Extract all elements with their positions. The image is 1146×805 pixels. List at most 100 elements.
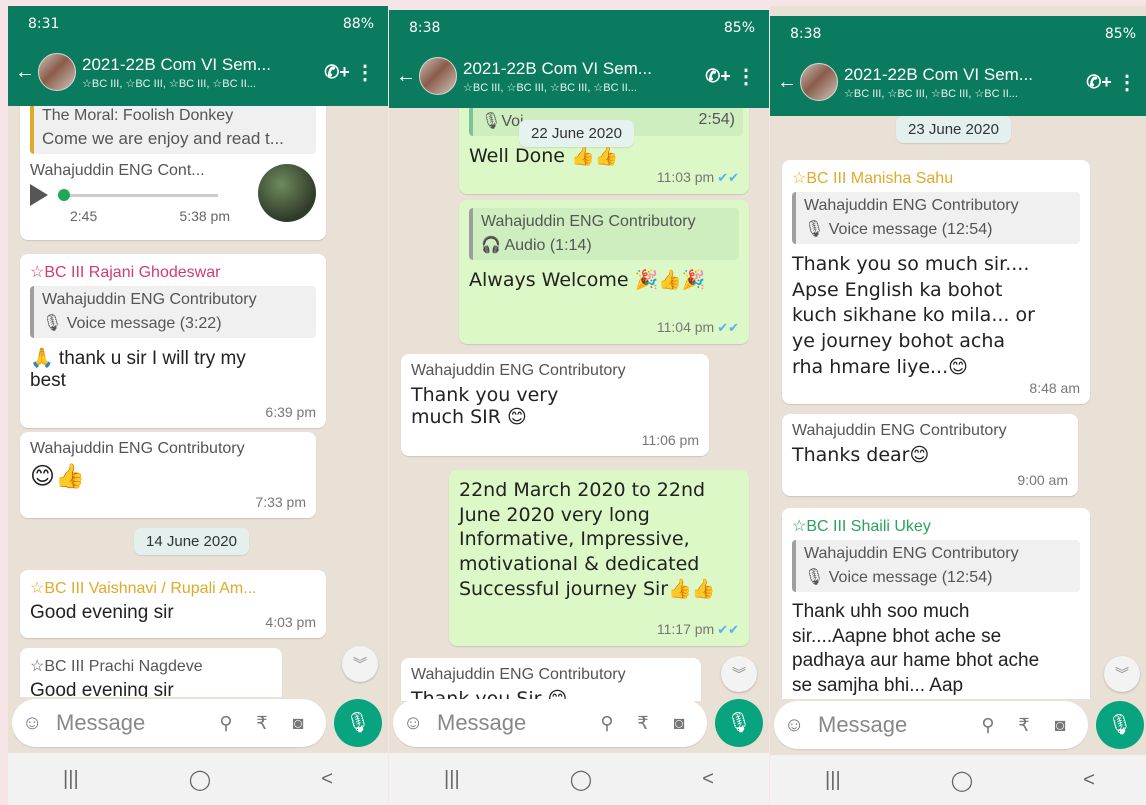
status-time: 8:38 xyxy=(409,20,441,36)
more-vert-icon[interactable]: ⋮ xyxy=(1114,70,1140,95)
arrow-left-icon[interactable]: ← xyxy=(14,61,36,84)
message-input[interactable]: ☺ Message ⚲ ₹ ◙ xyxy=(393,699,707,747)
system-navbar: ||| ◯ < xyxy=(770,755,1146,805)
back-nav-icon[interactable]: < xyxy=(702,768,714,791)
voice-message-bubble[interactable]: The Moral: Foolish Donkey Come we are en… xyxy=(20,106,326,240)
home-icon[interactable]: ◯ xyxy=(570,767,592,792)
message-bubble[interactable]: Wahajuddin ENG Contributory Thank you Si… xyxy=(401,658,701,701)
mic-button[interactable]: 🎙 xyxy=(715,699,763,747)
recents-icon[interactable]: ||| xyxy=(825,769,841,792)
quoted-message[interactable]: Wahajuddin ENG Contributory 🎧 Audio (1:1… xyxy=(469,208,739,260)
group-avatar[interactable] xyxy=(38,53,76,91)
chat-header: 8:38 85% ← 2021-22B Com VI Sem... ☆BC II… xyxy=(389,10,769,108)
message-text: Thanks dear😊 xyxy=(792,444,930,466)
back-nav-icon[interactable]: < xyxy=(1083,769,1095,792)
message-bubble[interactable]: Wahajuddin ENG Contributory 🎧 Audio (1:1… xyxy=(459,200,749,344)
mic-button[interactable]: 🎙 xyxy=(1096,701,1144,749)
chevron-down-icon[interactable]: ︾ xyxy=(1104,656,1140,692)
play-icon[interactable] xyxy=(30,184,48,206)
message-placeholder[interactable]: Message xyxy=(50,710,208,736)
camera-icon[interactable]: ◙ xyxy=(280,713,316,734)
battery-level: 88% xyxy=(342,16,374,32)
arrow-left-icon[interactable]: ← xyxy=(395,65,417,88)
message-time: 11:04 pm ✔✔ xyxy=(656,319,739,335)
voice-seekbar[interactable] xyxy=(58,188,218,201)
quoted-message[interactable]: Wahajuddin ENG Contributory 🎙 Voice mess… xyxy=(792,192,1080,244)
message-input[interactable]: ☺ Message ⚲ ₹ ◙ xyxy=(12,699,326,747)
home-icon[interactable]: ◯ xyxy=(189,767,211,792)
group-title[interactable]: 2021-22B Com VI Sem... ☆BC III, ☆BC III,… xyxy=(82,55,322,90)
mic-button[interactable]: 🎙 xyxy=(334,699,382,747)
group-title[interactable]: 2021-22B Com VI Sem... ☆BC III, ☆BC III,… xyxy=(463,59,703,94)
message-list[interactable]: 🎙Voi 2:54) Well Done 👍👍 11:03 pm ✔✔ 22 Ju… xyxy=(389,108,769,701)
emoji-icon[interactable]: ☺ xyxy=(784,714,812,737)
message-bubble[interactable]: 22nd March 2020 to 22nd June 2020 very l… xyxy=(449,470,749,646)
message-bubble[interactable]: ☆BC III Vaishnavi / Rupali Am... Good ev… xyxy=(20,570,326,638)
message-time: 9:00 am xyxy=(1017,472,1068,488)
group-name: 2021-22B Com VI Sem... xyxy=(844,64,1033,84)
group-name: 2021-22B Com VI Sem... xyxy=(82,54,271,74)
quoted-message[interactable]: Wahajuddin ENG Contributory 🎙 Voice mess… xyxy=(792,540,1080,592)
message-text: 😊👍 xyxy=(30,462,85,490)
sender-name: Wahajuddin ENG Contributory xyxy=(792,422,1007,439)
message-time: 6:39 pm xyxy=(265,404,316,420)
message-bubble[interactable]: ☆BC III Rajani Ghodeswar Wahajuddin ENG … xyxy=(20,254,326,428)
emoji-icon[interactable]: ☺ xyxy=(22,712,50,735)
message-text: Good evening sir xyxy=(30,680,174,697)
recents-icon[interactable]: ||| xyxy=(63,768,79,791)
headphones-icon: 🎧 xyxy=(481,237,501,254)
message-time: 8:48 am xyxy=(1029,380,1080,396)
group-title[interactable]: 2021-22B Com VI Sem... ☆BC III, ☆BC III,… xyxy=(844,65,1084,100)
rupee-icon[interactable]: ₹ xyxy=(625,713,661,734)
status-bar: 8:31 88% xyxy=(28,16,374,36)
emoji-icon[interactable]: ☺ xyxy=(403,712,431,735)
status-bar: 8:38 85% xyxy=(409,20,755,40)
more-vert-icon[interactable]: ⋮ xyxy=(733,64,759,89)
camera-icon[interactable]: ◙ xyxy=(1042,715,1078,736)
message-bubble[interactable]: Wahajuddin ENG Contributory 😊👍 7:33 pm xyxy=(20,432,316,518)
message-time: 5:38 pm xyxy=(179,208,230,224)
chat-header: 8:31 88% ← 2021-22B Com VI Sem... ☆BC II… xyxy=(8,6,388,106)
message-placeholder[interactable]: Message xyxy=(812,712,970,738)
message-input[interactable]: ☺ Message ⚲ ₹ ◙ xyxy=(774,701,1088,749)
message-time: 11:06 pm xyxy=(641,432,699,448)
message-placeholder[interactable]: Message xyxy=(431,710,589,736)
attach-icon[interactable]: ⚲ xyxy=(970,715,1006,736)
battery-level: 85% xyxy=(723,20,755,36)
message-bubble[interactable]: Wahajuddin ENG Contributory Thanks dear😊… xyxy=(782,414,1078,496)
group-avatar[interactable] xyxy=(419,57,457,95)
attach-icon[interactable]: ⚲ xyxy=(208,713,244,734)
attach-icon[interactable]: ⚲ xyxy=(589,713,625,734)
message-bubble[interactable]: ☆BC III Prachi Nagdeve Good evening sir xyxy=(20,648,282,697)
chevron-down-icon[interactable]: ︾ xyxy=(342,646,378,682)
date-divider: 23 June 2020 xyxy=(896,116,1011,143)
message-bubble[interactable]: Wahajuddin ENG Contributory Thank you ve… xyxy=(401,354,709,456)
add-call-icon[interactable]: ✆+ xyxy=(322,62,352,83)
message-bubble[interactable]: ☆BC III Manisha Sahu Wahajuddin ENG Cont… xyxy=(782,160,1090,404)
quoted-message[interactable]: Wahajuddin ENG Contributory 🎙 Voice mess… xyxy=(30,286,316,338)
message-text: 🙏 thank u sir I will try my best xyxy=(30,348,246,391)
chat-header: 8:38 85% ← 2021-22B Com VI Sem... ☆BC II… xyxy=(770,16,1146,116)
camera-icon[interactable]: ◙ xyxy=(661,713,697,734)
group-members: ☆BC III, ☆BC III, ☆BC III, ☆BC II... xyxy=(82,77,256,90)
home-icon[interactable]: ◯ xyxy=(951,768,973,793)
chevron-down-icon[interactable]: ︾ xyxy=(721,656,757,692)
add-call-icon[interactable]: ✆+ xyxy=(1084,72,1114,93)
message-bubble[interactable]: ☆BC III Shaili Ukey Wahajuddin ENG Contr… xyxy=(782,508,1090,699)
arrow-left-icon[interactable]: ← xyxy=(776,71,798,94)
group-members: ☆BC III, ☆BC III, ☆BC III, ☆BC II... xyxy=(463,81,637,94)
status-time: 8:38 xyxy=(790,26,822,42)
rupee-icon[interactable]: ₹ xyxy=(1006,715,1042,736)
message-list[interactable]: 23 June 2020 ☆BC III Manisha Sahu Wahaju… xyxy=(770,116,1146,699)
sender-name: ☆BC III Shaili Ukey xyxy=(792,518,931,535)
message-list[interactable]: The Moral: Foolish Donkey Come we are en… xyxy=(8,106,388,697)
more-vert-icon[interactable]: ⋮ xyxy=(352,60,378,85)
group-avatar[interactable] xyxy=(800,63,838,101)
back-nav-icon[interactable]: < xyxy=(321,768,333,791)
sender-avatar[interactable] xyxy=(258,164,316,222)
recents-icon[interactable]: ||| xyxy=(444,768,460,791)
quoted-message[interactable]: The Moral: Foolish Donkey Come we are en… xyxy=(30,106,316,154)
message-time: 11:17 pm ✔✔ xyxy=(656,621,739,637)
rupee-icon[interactable]: ₹ xyxy=(244,713,280,734)
add-call-icon[interactable]: ✆+ xyxy=(703,66,733,87)
